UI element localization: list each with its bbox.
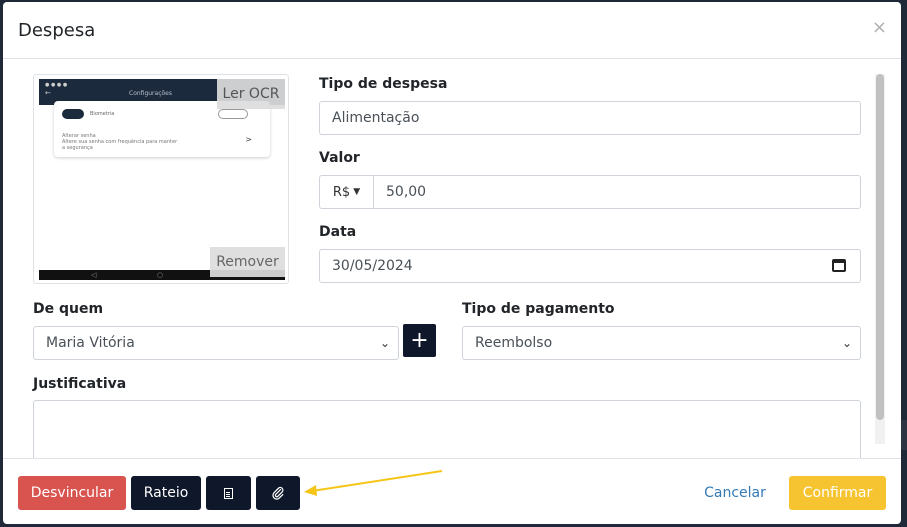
fingerprint-icon (62, 109, 84, 119)
modal-title: Despesa (18, 19, 96, 41)
phone-row-biometria: Biometria (62, 109, 262, 123)
document-button[interactable] (206, 476, 251, 510)
expense-modal: Despesa × ● ● ● ● ← Configurações Biomet… (3, 2, 901, 524)
phone-settings-card: Biometria Alterar senha Altere sua senha… (54, 101, 270, 157)
date-value: 30/05/2024 (332, 258, 413, 274)
plus-icon: + (410, 328, 429, 353)
scrollbar-thumb[interactable] (876, 74, 884, 420)
nav-home-icon: ○ (157, 271, 164, 279)
paperclip-icon (272, 486, 284, 500)
document-icon (224, 487, 233, 499)
caret-down-icon: ▼ (353, 187, 361, 197)
tipo-pagamento-select[interactable]: Reembolso ⌄ (462, 326, 861, 360)
modal-footer: Desvincular Rateio Cancelar Confirmar (3, 458, 901, 524)
attach-button[interactable] (256, 476, 300, 510)
annotation-arrow (304, 470, 443, 496)
desvincular-button[interactable]: Desvincular (18, 476, 126, 510)
date-input[interactable]: 30/05/2024 (319, 249, 861, 283)
nav-back-icon: ◁ (91, 271, 97, 279)
de-quem-value: Maria Vitória (46, 335, 135, 351)
currency-value: R$ (332, 184, 351, 200)
receipt-preview: ● ● ● ● ← Configurações Biometria Altera… (33, 74, 289, 284)
justificativa-label: Justificativa (33, 376, 127, 392)
add-person-button[interactable]: + (403, 324, 436, 357)
chevron-right-icon: > (245, 135, 252, 144)
de-quem-select[interactable]: Maria Vitória ⌄ (33, 326, 399, 360)
valor-value: 50,00 (386, 184, 427, 200)
de-quem-label: De quem (33, 301, 104, 317)
chevron-down-icon: ⌄ (841, 336, 852, 350)
phone-row2-desc2: a segurança (62, 145, 93, 151)
tipo-pagamento-label: Tipo de pagamento (462, 301, 615, 317)
back-arrow-icon: ← (45, 89, 51, 97)
status-icons: ● ● ● ● (45, 82, 68, 88)
phone-screen-title: Configurações (129, 90, 172, 97)
currency-dropdown[interactable]: R$ ▼ (319, 175, 374, 209)
toggle-icon (218, 109, 248, 119)
rateio-button[interactable]: Rateio (131, 476, 201, 510)
valor-input[interactable]: 50,00 (373, 175, 861, 209)
modal-body: ● ● ● ● ← Configurações Biometria Altera… (3, 60, 901, 458)
modal-header: Despesa × (3, 2, 901, 59)
calendar-icon[interactable] (832, 259, 846, 272)
justificativa-textarea[interactable] (33, 400, 861, 458)
ocr-button[interactable]: Ler OCR (217, 79, 285, 109)
phone-row-label: Biometria (90, 111, 115, 117)
tipo-despesa-value: Alimentação (332, 110, 420, 126)
data-label: Data (319, 224, 357, 240)
tipo-despesa-input[interactable]: Alimentação (319, 101, 861, 135)
chevron-down-icon: ⌄ (379, 336, 390, 350)
confirm-button[interactable]: Confirmar (789, 476, 886, 510)
cancel-button[interactable]: Cancelar (693, 476, 777, 510)
backdrop-edge (901, 420, 907, 450)
remove-receipt-button[interactable]: Remover (210, 247, 285, 277)
close-icon[interactable]: × (872, 17, 887, 38)
phone-row-senha: Alterar senha Altere sua senha com frequ… (62, 133, 177, 151)
tipo-pagamento-value: Reembolso (475, 335, 553, 351)
valor-label: Valor (319, 150, 360, 166)
tipo-despesa-label: Tipo de despesa (319, 76, 448, 92)
